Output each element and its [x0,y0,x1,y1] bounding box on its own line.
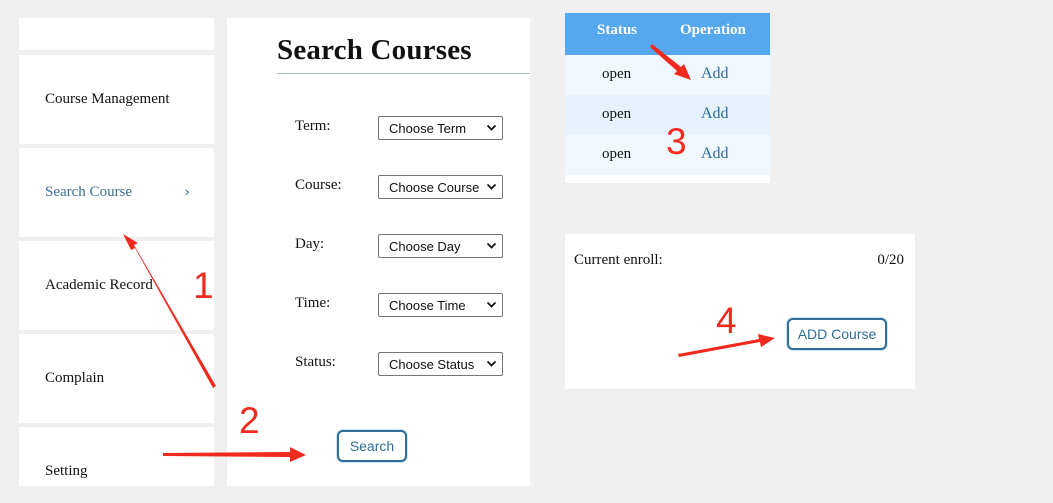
enroll-panel: Current enroll: 0/20 ADD Course [565,234,915,389]
chevron-down-icon [486,124,497,131]
step-number-1: 1 [193,265,214,306]
page-title: Search Courses [277,34,472,66]
time-select[interactable]: Choose Time [378,293,503,317]
add-link[interactable]: Add [701,105,729,123]
step-number-2: 2 [239,400,260,441]
chevron-down-icon [486,301,497,308]
add-link[interactable]: Add [701,65,729,83]
course-select-value: Choose Course [389,179,480,195]
current-enroll-value: 0/20 [877,252,904,268]
course-label: Course: [295,177,342,193]
sidebar-item-setting[interactable]: Setting [19,427,214,486]
search-panel: Search Courses Term: Choose Term Course:… [227,18,530,486]
term-label: Term: [295,118,331,134]
chevron-down-icon [486,360,497,367]
chevron-right-icon: › [184,184,190,201]
term-select-value: Choose Term [389,120,467,136]
sidebar-item-academic-record[interactable]: Academic Record [19,241,214,330]
column-header-operation: Operation [680,22,746,38]
day-label: Day: [295,236,325,252]
table-row: open Add [565,55,770,95]
sidebar: Course Management Search Course › Academ… [19,18,214,486]
status-cell: open [602,106,632,122]
status-select-value: Choose Status [389,356,475,372]
column-header-status: Status [597,22,638,38]
title-divider [277,73,530,74]
time-select-value: Choose Time [389,297,466,313]
sidebar-item-label: Setting [45,463,88,479]
add-course-button[interactable]: ADD Course [787,318,887,350]
sidebar-item-complain[interactable]: Complain [19,334,214,423]
course-select[interactable]: Choose Course [378,175,503,199]
add-link[interactable]: Add [701,145,729,163]
search-button[interactable]: Search [337,430,407,462]
day-select[interactable]: Choose Day [378,234,503,258]
term-select[interactable]: Choose Term [378,116,503,140]
sidebar-top-spacer [19,18,214,50]
time-label: Time: [295,295,331,311]
sidebar-item-label: Academic Record [45,277,153,293]
step-number-3: 3 [666,121,687,162]
status-select[interactable]: Choose Status [378,352,503,376]
sidebar-item-label: Search Course [45,184,133,200]
sidebar-item-label: Complain [45,370,105,386]
sidebar-item-course-management[interactable]: Course Management [19,55,214,144]
chevron-down-icon [486,183,497,190]
sidebar-item-label: Course Management [45,91,170,107]
day-select-value: Choose Day [389,238,461,254]
status-label: Status: [295,354,336,370]
current-enroll-label: Current enroll: [574,252,663,268]
status-cell: open [602,146,632,162]
chevron-down-icon [486,242,497,249]
step-number-4: 4 [716,300,737,341]
status-cell: open [602,66,632,82]
table-header: Status Operation [565,13,770,55]
sidebar-item-search-course[interactable]: Search Course › [19,148,214,237]
